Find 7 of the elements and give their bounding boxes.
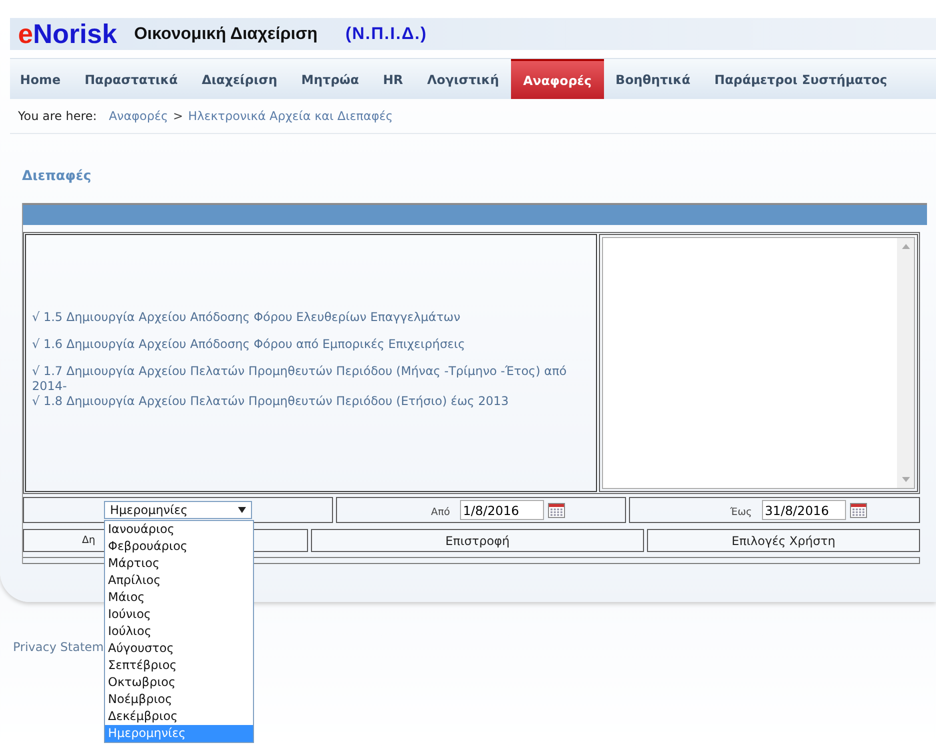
breadcrumb-label: You are here:	[18, 109, 97, 123]
to-label: Έως	[730, 506, 752, 518]
organization-label: (Ν.Π.Ι.Δ.)	[345, 24, 428, 44]
section-title: Διεπαφές	[22, 168, 92, 184]
from-label: Από	[431, 506, 450, 518]
app-title: Οικονομική Διαχείριση	[134, 24, 318, 44]
breadcrumb-separator: >	[173, 109, 184, 123]
